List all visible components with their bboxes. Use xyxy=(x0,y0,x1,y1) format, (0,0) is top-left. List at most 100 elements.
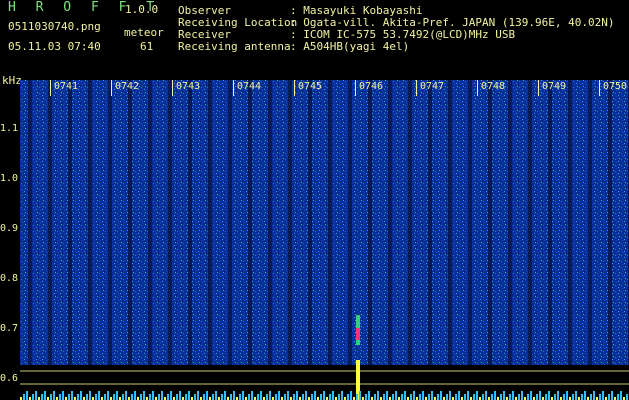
trace-bar xyxy=(368,391,370,400)
trace-bar xyxy=(179,391,181,400)
trace-bar xyxy=(302,394,304,400)
y-tick-1-1: 1.1 xyxy=(0,123,19,134)
trace-bar xyxy=(23,394,25,400)
trace-bar xyxy=(458,391,460,400)
trace-bar xyxy=(575,391,577,400)
trace-bar xyxy=(383,394,385,400)
time-tick xyxy=(294,80,295,96)
trace-bar xyxy=(557,391,559,400)
count-value: 61 xyxy=(140,40,154,53)
trace-bar xyxy=(98,391,100,400)
noise-stripe xyxy=(608,80,612,365)
trace-bar xyxy=(311,394,313,400)
y-axis-unit: kHz xyxy=(2,74,22,87)
noise-stripe xyxy=(288,80,292,365)
trace-bar xyxy=(347,394,349,400)
trace-bar xyxy=(377,391,379,400)
noise-stripe xyxy=(108,80,112,365)
trace-bar xyxy=(59,394,61,400)
antenna-key: Receiving antenna xyxy=(178,40,291,53)
antenna-value: : A504HB(yagi 4el) xyxy=(290,40,410,53)
trace-bar xyxy=(473,394,475,400)
trace-bar xyxy=(131,394,133,400)
time-label: 0747 xyxy=(420,81,445,92)
trace-bar xyxy=(491,394,493,400)
trace-bar xyxy=(143,391,145,400)
noise-stripe xyxy=(348,80,352,365)
noise-stripe xyxy=(368,80,372,365)
trace-bar xyxy=(257,394,259,400)
trace-bar xyxy=(329,394,331,400)
noise-stripe xyxy=(168,80,172,365)
trace-bar xyxy=(608,394,610,400)
trace-bar xyxy=(221,394,223,400)
trace-bar xyxy=(404,391,406,400)
trace-bar xyxy=(509,394,511,400)
y-tick-0-8: 0.8 xyxy=(0,273,19,284)
trace-bar xyxy=(113,394,115,400)
trace-bar xyxy=(134,391,136,400)
noise-stripe xyxy=(248,80,252,365)
trace-bar xyxy=(428,394,430,400)
kind-label: meteor xyxy=(124,26,164,39)
trace-bar xyxy=(356,394,358,400)
trace-bar xyxy=(494,391,496,400)
noise-stripe xyxy=(448,80,452,365)
trace-bar xyxy=(242,391,244,400)
trace-bar xyxy=(590,394,592,400)
noise-stripe xyxy=(208,80,212,365)
trace-bar xyxy=(482,394,484,400)
trace-bar xyxy=(149,394,151,400)
trace-bar xyxy=(158,394,160,400)
time-label: 0748 xyxy=(481,81,506,92)
trace-bar xyxy=(224,391,226,400)
trace-bar xyxy=(266,394,268,400)
trace-bar xyxy=(548,391,550,400)
trace-bar xyxy=(152,391,154,400)
trace-bar xyxy=(392,394,394,400)
trace-bar xyxy=(449,391,451,400)
trace-bar xyxy=(170,391,172,400)
trace-bar xyxy=(176,394,178,400)
trace-bar xyxy=(530,391,532,400)
noise-stripe xyxy=(28,80,32,365)
trace-bar xyxy=(536,394,538,400)
trace-bar xyxy=(230,394,232,400)
trace-bar xyxy=(239,394,241,400)
trace-bar xyxy=(446,394,448,400)
trace-bar xyxy=(251,391,253,400)
trace-bar xyxy=(518,394,520,400)
trace-bar xyxy=(206,391,208,400)
trace-bar xyxy=(617,394,619,400)
trace-bar xyxy=(359,391,361,400)
trace-bar xyxy=(440,391,442,400)
trace-bar xyxy=(194,394,196,400)
trace-bar xyxy=(212,394,214,400)
trace-bar xyxy=(500,394,502,400)
app-version: 1.0.0 xyxy=(125,3,159,16)
trace-bar xyxy=(581,394,583,400)
trace-bar xyxy=(197,391,199,400)
trace-bar xyxy=(275,394,277,400)
trace-bar xyxy=(431,391,433,400)
trace-bar xyxy=(341,391,343,400)
trace-bar xyxy=(467,391,469,400)
trace-bar xyxy=(287,391,289,400)
trace-bar xyxy=(71,391,73,400)
trace-bar xyxy=(68,394,70,400)
trace-bar xyxy=(44,391,46,400)
trace-bar xyxy=(203,394,205,400)
trace-bar xyxy=(167,394,169,400)
signal-trace xyxy=(20,391,628,400)
trace-bar xyxy=(248,394,250,400)
trace-bar xyxy=(476,391,478,400)
trace-bar xyxy=(323,391,325,400)
trace-bar xyxy=(332,391,334,400)
trace-bar xyxy=(620,391,622,400)
noise-stripe xyxy=(488,80,492,365)
trace-bar xyxy=(338,394,340,400)
trace-bar xyxy=(284,394,286,400)
noise-stripe xyxy=(88,80,92,365)
trace-bar xyxy=(563,394,565,400)
trace-bar xyxy=(314,391,316,400)
